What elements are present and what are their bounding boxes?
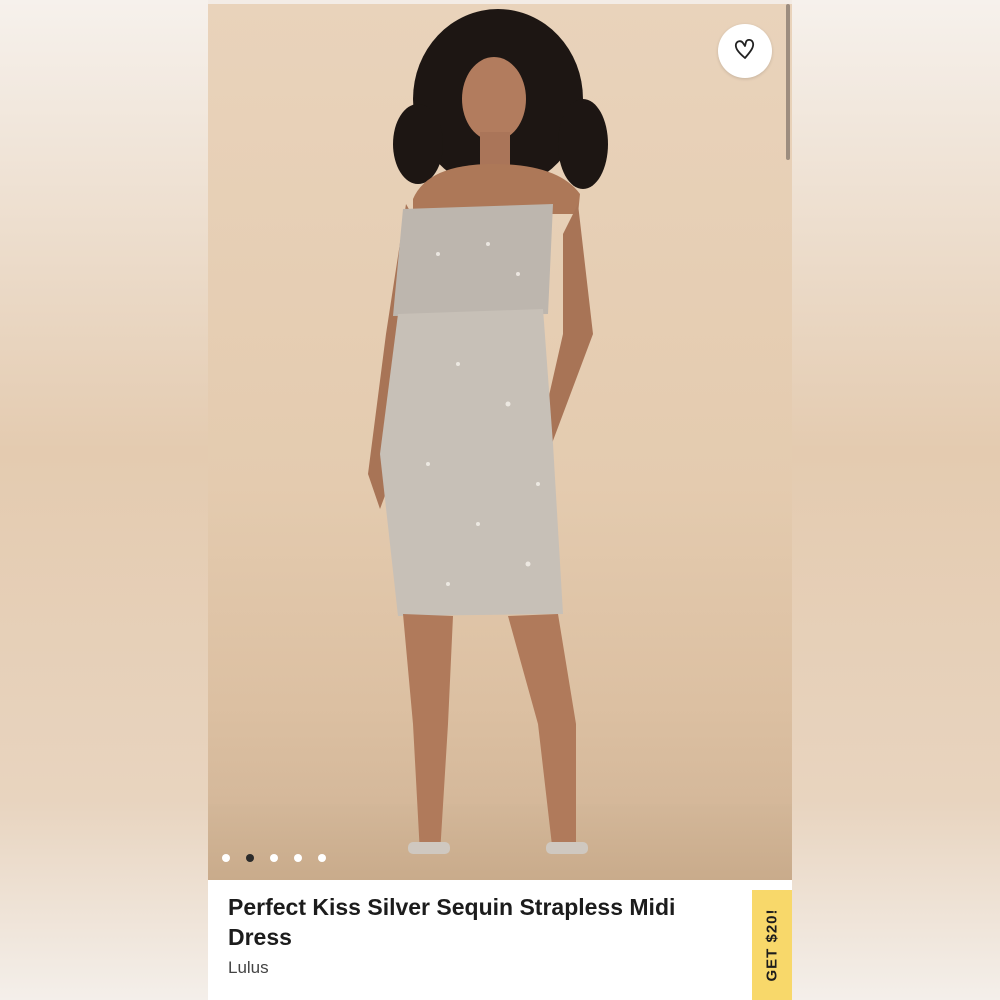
gallery-dot[interactable]	[318, 854, 326, 862]
promo-label: GET $20!	[763, 908, 781, 982]
gallery-dot[interactable]	[222, 854, 230, 862]
scroll-indicator	[786, 4, 790, 160]
model-illustration	[368, 9, 608, 854]
product-brand[interactable]: Lulus	[228, 958, 269, 978]
promo-tab[interactable]: GET $20!	[752, 890, 792, 1000]
favorite-button[interactable]	[718, 24, 772, 78]
product-info: Perfect Kiss Silver Sequin Strapless Mid…	[208, 880, 792, 1000]
gallery-dot[interactable]	[270, 854, 278, 862]
product-photo[interactable]	[208, 4, 792, 880]
heart-outline-icon	[732, 36, 758, 67]
blurred-background-right	[792, 0, 1000, 1000]
gallery-dots	[222, 854, 326, 862]
gallery-dot[interactable]	[294, 854, 302, 862]
gallery-dot-active[interactable]	[246, 854, 254, 862]
product-title: Perfect Kiss Silver Sequin Strapless Mid…	[228, 894, 676, 950]
blurred-background-left	[0, 0, 208, 1000]
product-screen: Perfect Kiss Silver Sequin Strapless Mid…	[208, 4, 792, 1000]
